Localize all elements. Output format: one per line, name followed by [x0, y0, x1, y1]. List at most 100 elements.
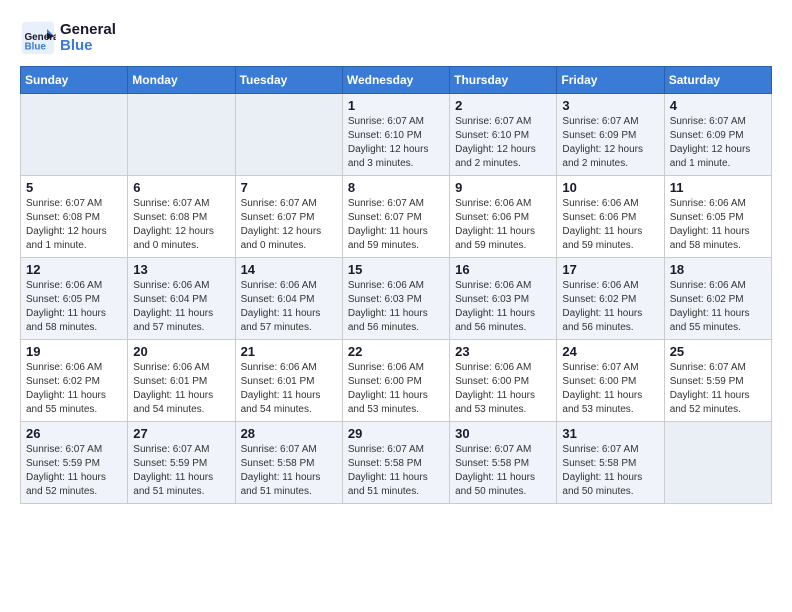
calendar-week-row: 5 Sunrise: 6:07 AMSunset: 6:08 PMDaylight…: [21, 176, 772, 258]
calendar-week-row: 1 Sunrise: 6:07 AMSunset: 6:10 PMDaylight…: [21, 94, 772, 176]
day-info: Sunrise: 6:06 AMSunset: 6:02 PMDaylight:…: [670, 279, 766, 335]
day-number: 27: [133, 426, 229, 441]
day-info: Sunrise: 6:07 AMSunset: 6:10 PMDaylight:…: [348, 115, 444, 171]
calendar-day-cell: 6 Sunrise: 6:07 AMSunset: 6:08 PMDaylight…: [128, 176, 235, 258]
day-number: 1: [348, 98, 444, 113]
day-info: Sunrise: 6:07 AMSunset: 5:59 PMDaylight:…: [26, 443, 122, 499]
day-info: Sunrise: 6:07 AMSunset: 6:10 PMDaylight:…: [455, 115, 551, 171]
day-info: Sunrise: 6:07 AMSunset: 6:07 PMDaylight:…: [241, 197, 337, 253]
day-info: Sunrise: 6:06 AMSunset: 6:01 PMDaylight:…: [133, 361, 229, 417]
day-info: Sunrise: 6:07 AMSunset: 6:08 PMDaylight:…: [133, 197, 229, 253]
day-info: Sunrise: 6:07 AMSunset: 5:58 PMDaylight:…: [562, 443, 658, 499]
day-number: 22: [348, 344, 444, 359]
day-number: 26: [26, 426, 122, 441]
day-number: 13: [133, 262, 229, 277]
column-header-thursday: Thursday: [450, 67, 557, 94]
calendar-day-cell: [235, 94, 342, 176]
calendar-week-row: 12 Sunrise: 6:06 AMSunset: 6:05 PMDayligh…: [21, 258, 772, 340]
day-info: Sunrise: 6:07 AMSunset: 5:58 PMDaylight:…: [348, 443, 444, 499]
day-info: Sunrise: 6:07 AMSunset: 6:08 PMDaylight:…: [26, 197, 122, 253]
day-info: Sunrise: 6:06 AMSunset: 6:00 PMDaylight:…: [455, 361, 551, 417]
day-info: Sunrise: 6:06 AMSunset: 6:06 PMDaylight:…: [455, 197, 551, 253]
logo-text: General Blue: [60, 22, 116, 55]
day-number: 8: [348, 180, 444, 195]
day-number: 10: [562, 180, 658, 195]
calendar-day-cell: [664, 422, 771, 504]
column-header-tuesday: Tuesday: [235, 67, 342, 94]
column-header-monday: Monday: [128, 67, 235, 94]
calendar-day-cell: 8 Sunrise: 6:07 AMSunset: 6:07 PMDaylight…: [342, 176, 449, 258]
calendar-table: SundayMondayTuesdayWednesdayThursdayFrid…: [20, 66, 772, 504]
calendar-day-cell: 19 Sunrise: 6:06 AMSunset: 6:02 PMDayligh…: [21, 340, 128, 422]
calendar-day-cell: 31 Sunrise: 6:07 AMSunset: 5:58 PMDayligh…: [557, 422, 664, 504]
day-number: 12: [26, 262, 122, 277]
calendar-day-cell: 29 Sunrise: 6:07 AMSunset: 5:58 PMDayligh…: [342, 422, 449, 504]
calendar-day-cell: 26 Sunrise: 6:07 AMSunset: 5:59 PMDayligh…: [21, 422, 128, 504]
calendar-day-cell: 27 Sunrise: 6:07 AMSunset: 5:59 PMDayligh…: [128, 422, 235, 504]
day-number: 24: [562, 344, 658, 359]
page-header: General Blue General Blue: [20, 20, 772, 56]
day-number: 21: [241, 344, 337, 359]
day-number: 23: [455, 344, 551, 359]
calendar-day-cell: 1 Sunrise: 6:07 AMSunset: 6:10 PMDaylight…: [342, 94, 449, 176]
day-info: Sunrise: 6:06 AMSunset: 6:05 PMDaylight:…: [26, 279, 122, 335]
day-number: 28: [241, 426, 337, 441]
day-number: 19: [26, 344, 122, 359]
calendar-day-cell: 21 Sunrise: 6:06 AMSunset: 6:01 PMDayligh…: [235, 340, 342, 422]
calendar-day-cell: 7 Sunrise: 6:07 AMSunset: 6:07 PMDaylight…: [235, 176, 342, 258]
day-info: Sunrise: 6:07 AMSunset: 5:59 PMDaylight:…: [670, 361, 766, 417]
day-info: Sunrise: 6:06 AMSunset: 6:02 PMDaylight:…: [562, 279, 658, 335]
day-number: 2: [455, 98, 551, 113]
svg-text:Blue: Blue: [25, 42, 47, 53]
day-number: 7: [241, 180, 337, 195]
calendar-day-cell: 4 Sunrise: 6:07 AMSunset: 6:09 PMDaylight…: [664, 94, 771, 176]
day-info: Sunrise: 6:06 AMSunset: 6:00 PMDaylight:…: [348, 361, 444, 417]
day-info: Sunrise: 6:07 AMSunset: 6:07 PMDaylight:…: [348, 197, 444, 253]
day-info: Sunrise: 6:07 AMSunset: 6:00 PMDaylight:…: [562, 361, 658, 417]
calendar-day-cell: 10Sunrise: 6:06 AMSunset: 6:06 PMDayligh…: [557, 176, 664, 258]
day-info: Sunrise: 6:06 AMSunset: 6:01 PMDaylight:…: [241, 361, 337, 417]
day-info: Sunrise: 6:07 AMSunset: 5:58 PMDaylight:…: [241, 443, 337, 499]
day-number: 11: [670, 180, 766, 195]
day-info: Sunrise: 6:06 AMSunset: 6:04 PMDaylight:…: [133, 279, 229, 335]
day-info: Sunrise: 6:06 AMSunset: 6:04 PMDaylight:…: [241, 279, 337, 335]
calendar-day-cell: 20 Sunrise: 6:06 AMSunset: 6:01 PMDayligh…: [128, 340, 235, 422]
day-number: 31: [562, 426, 658, 441]
day-number: 15: [348, 262, 444, 277]
calendar-day-cell: [128, 94, 235, 176]
day-info: Sunrise: 6:06 AMSunset: 6:03 PMDaylight:…: [455, 279, 551, 335]
day-number: 29: [348, 426, 444, 441]
day-info: Sunrise: 6:07 AMSunset: 5:59 PMDaylight:…: [133, 443, 229, 499]
calendar-day-cell: 13 Sunrise: 6:06 AMSunset: 6:04 PMDayligh…: [128, 258, 235, 340]
day-number: 6: [133, 180, 229, 195]
day-number: 17: [562, 262, 658, 277]
day-info: Sunrise: 6:07 AMSunset: 5:58 PMDaylight:…: [455, 443, 551, 499]
calendar-day-cell: 9Sunrise: 6:06 AMSunset: 6:06 PMDaylight…: [450, 176, 557, 258]
column-header-friday: Friday: [557, 67, 664, 94]
day-number: 5: [26, 180, 122, 195]
day-info: Sunrise: 6:06 AMSunset: 6:05 PMDaylight:…: [670, 197, 766, 253]
column-header-saturday: Saturday: [664, 67, 771, 94]
day-number: 18: [670, 262, 766, 277]
logo: General Blue General Blue: [20, 20, 116, 56]
calendar-day-cell: 17 Sunrise: 6:06 AMSunset: 6:02 PMDayligh…: [557, 258, 664, 340]
day-number: 16: [455, 262, 551, 277]
calendar-day-cell: 16 Sunrise: 6:06 AMSunset: 6:03 PMDayligh…: [450, 258, 557, 340]
calendar-day-cell: 22 Sunrise: 6:06 AMSunset: 6:00 PMDayligh…: [342, 340, 449, 422]
day-number: 4: [670, 98, 766, 113]
day-info: Sunrise: 6:06 AMSunset: 6:03 PMDaylight:…: [348, 279, 444, 335]
calendar-day-cell: [21, 94, 128, 176]
day-info: Sunrise: 6:06 AMSunset: 6:02 PMDaylight:…: [26, 361, 122, 417]
calendar-header-row: SundayMondayTuesdayWednesdayThursdayFrid…: [21, 67, 772, 94]
calendar-day-cell: 14Sunrise: 6:06 AMSunset: 6:04 PMDayligh…: [235, 258, 342, 340]
day-number: 30: [455, 426, 551, 441]
calendar-day-cell: 15 Sunrise: 6:06 AMSunset: 6:03 PMDayligh…: [342, 258, 449, 340]
day-info: Sunrise: 6:07 AMSunset: 6:09 PMDaylight:…: [670, 115, 766, 171]
calendar-day-cell: 23 Sunrise: 6:06 AMSunset: 6:00 PMDayligh…: [450, 340, 557, 422]
calendar-day-cell: 24 Sunrise: 6:07 AMSunset: 6:00 PMDayligh…: [557, 340, 664, 422]
calendar-day-cell: 3Sunrise: 6:07 AMSunset: 6:09 PMDaylight…: [557, 94, 664, 176]
calendar-day-cell: 5 Sunrise: 6:07 AMSunset: 6:08 PMDaylight…: [21, 176, 128, 258]
day-number: 25: [670, 344, 766, 359]
day-number: 20: [133, 344, 229, 359]
calendar-day-cell: 30 Sunrise: 6:07 AMSunset: 5:58 PMDayligh…: [450, 422, 557, 504]
